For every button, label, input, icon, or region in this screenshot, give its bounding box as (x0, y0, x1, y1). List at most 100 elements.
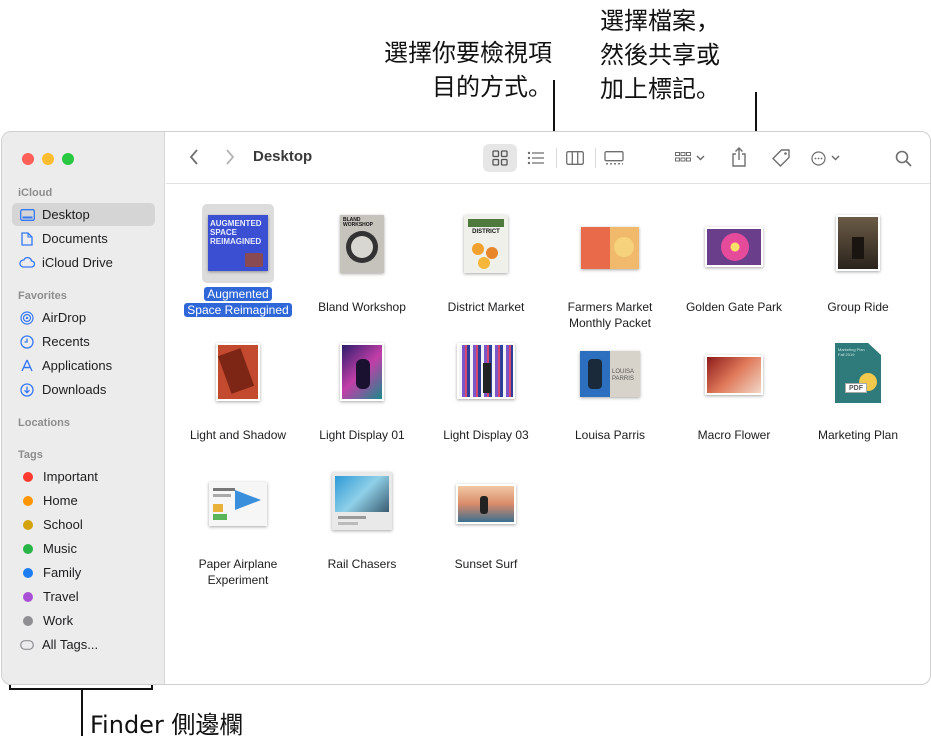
sidebar-item-label: Recents (42, 334, 90, 349)
tag-color-dot (23, 471, 33, 482)
sidebar-tag-work[interactable]: Work (12, 609, 155, 632)
callout-share-tag: 選擇檔案， 然後共享或 加上標記。 (600, 4, 770, 106)
file-label: Bland Workshop (318, 300, 406, 314)
sidebar-tag-school[interactable]: School (12, 513, 155, 536)
file-macro-flower[interactable]: Macro Flower (672, 332, 796, 452)
sidebar-item-desktop[interactable]: Desktop (12, 203, 155, 226)
sidebar-item-airdrop[interactable]: AirDrop (12, 306, 155, 329)
sidebar-item-label: School (43, 517, 83, 532)
back-button[interactable] (184, 146, 204, 168)
callout-view-leader (553, 80, 555, 138)
louisa-thumbnail: LOUISA PARRIS (580, 351, 640, 397)
cloud-icon (19, 255, 35, 271)
thumbnail (424, 335, 548, 407)
tag-icon (772, 149, 790, 167)
sidebar-item-applications[interactable]: Applications (12, 354, 155, 377)
desktop-icon (19, 207, 35, 223)
sidebar-item-recents[interactable]: Recents (12, 330, 155, 353)
icon-view-button[interactable] (483, 144, 517, 172)
callout-view-options: 選擇你要檢視項 目的方式。 (340, 36, 552, 104)
thumbnail (300, 464, 424, 536)
sidebar-item-label: Family (43, 565, 82, 580)
file-grid: AUGMENTED SPACE REIMAGINED Augmented Spa… (166, 184, 930, 684)
sidebar-item-label: Important (43, 469, 98, 484)
file-label: Paper Airplane Experiment (168, 556, 308, 588)
share-button[interactable] (726, 142, 752, 172)
list-view-button[interactable] (521, 144, 551, 172)
file-light-and-shadow[interactable]: Light and Shadow (176, 332, 300, 452)
macro-flower-thumbnail (705, 355, 763, 395)
search-button[interactable] (890, 144, 916, 172)
sidebar-tag-family[interactable]: Family (12, 561, 155, 584)
grid-view-icon (492, 150, 508, 166)
callout-sidebar-leader (81, 690, 83, 736)
file-label: Marketing Plan (817, 428, 899, 442)
fruit-graphic (614, 237, 634, 257)
tag-color-dot (23, 495, 33, 506)
column-view-button[interactable] (560, 144, 590, 172)
paper-airplane-thumbnail (209, 482, 267, 526)
file-district-market[interactable]: DISTRICT District Market (424, 204, 548, 324)
file-light-display-03[interactable]: Light Display 03 (424, 332, 548, 452)
sidebar-item-documents[interactable]: Documents (12, 227, 155, 250)
sidebar-item-downloads[interactable]: Downloads (12, 378, 155, 401)
close-window-button[interactable] (22, 153, 34, 165)
file-label: Light Display 03 (443, 428, 529, 442)
shadow-graphic (218, 348, 255, 394)
sidebar-item-label: Documents (42, 231, 108, 246)
text-line (213, 488, 235, 491)
file-louisa-parris[interactable]: LOUISA PARRIS Louisa Parris (548, 332, 672, 452)
sidebar-item-label: Home (43, 493, 78, 508)
file-farmers-market-monthly-packet[interactable]: Farmers Market Monthly Packet (548, 204, 672, 330)
file-label: Sunset Surf (454, 557, 518, 571)
augmented-thumbnail: AUGMENTED SPACE REIMAGINED (208, 215, 268, 271)
sidebar-item-label: Downloads (42, 382, 107, 397)
sidebar-tag-music[interactable]: Music (12, 537, 155, 560)
file-bland-workshop[interactable]: BLAND WORKSHOP Bland Workshop (300, 204, 424, 324)
sidebar-item-icloud-drive[interactable]: iCloud Drive (12, 251, 155, 274)
thumbnail (672, 335, 796, 407)
sidebar-tag-travel[interactable]: Travel (12, 585, 155, 608)
file-augmented-space-reimagined[interactable]: AUGMENTED SPACE REIMAGINED Augmented Spa… (176, 204, 300, 324)
file-label: Augmented Space Reimagined (168, 286, 308, 318)
sidebar-item-label: iCloud Drive (42, 255, 113, 270)
sidebar-section-locations: Locations (18, 417, 70, 429)
more-actions-button[interactable] (806, 144, 844, 172)
sidebar-all-tags[interactable]: All Tags... (12, 633, 155, 656)
sidebar-tag-home[interactable]: Home (12, 489, 155, 512)
thumbnail: LOUISA PARRIS (548, 335, 672, 407)
thumbnail (176, 464, 300, 536)
forward-button[interactable] (220, 146, 240, 168)
search-icon (895, 150, 912, 167)
file-marketing-plan[interactable]: Marketing Plan Fall 2019 PDF Marketing P… (796, 332, 920, 452)
file-golden-gate-park[interactable]: Golden Gate Park (672, 204, 796, 324)
toolbar-divider (595, 148, 596, 168)
sidebar-tag-important[interactable]: Important (12, 465, 155, 488)
rider-graphic (852, 237, 864, 259)
tag-color-dot (23, 591, 33, 602)
file-label-line1: Augmented (204, 287, 272, 301)
minimize-window-button[interactable] (42, 153, 54, 165)
file-label-line2: Monthly Packet (568, 316, 652, 330)
tag-button[interactable] (766, 144, 796, 172)
list-view-icon (527, 151, 544, 165)
file-paper-airplane-experiment[interactable]: Paper Airplane Experiment (176, 461, 300, 587)
file-rail-chasers[interactable]: Rail Chasers (300, 461, 424, 581)
file-sunset-surf[interactable]: Sunset Surf (424, 461, 548, 581)
zoom-window-button[interactable] (62, 153, 74, 165)
district-thumbnail: DISTRICT (464, 215, 508, 273)
figure-graphic (588, 359, 602, 389)
file-label: Group Ride (827, 300, 889, 314)
group-by-button[interactable] (670, 144, 710, 172)
sidebar-item-label: Applications (42, 358, 113, 373)
surfer-graphic (480, 496, 488, 514)
file-light-display-01[interactable]: Light Display 01 (300, 332, 424, 452)
gallery-view-button[interactable] (598, 144, 630, 172)
thumbnail (424, 464, 548, 536)
circle-graphic-inner (351, 236, 373, 258)
sidebar-item-label: Desktop (42, 207, 90, 222)
file-group-ride[interactable]: Group Ride (796, 204, 920, 324)
tag-color-dot (23, 543, 33, 554)
thumbnail (796, 207, 920, 279)
text-line (338, 522, 358, 525)
